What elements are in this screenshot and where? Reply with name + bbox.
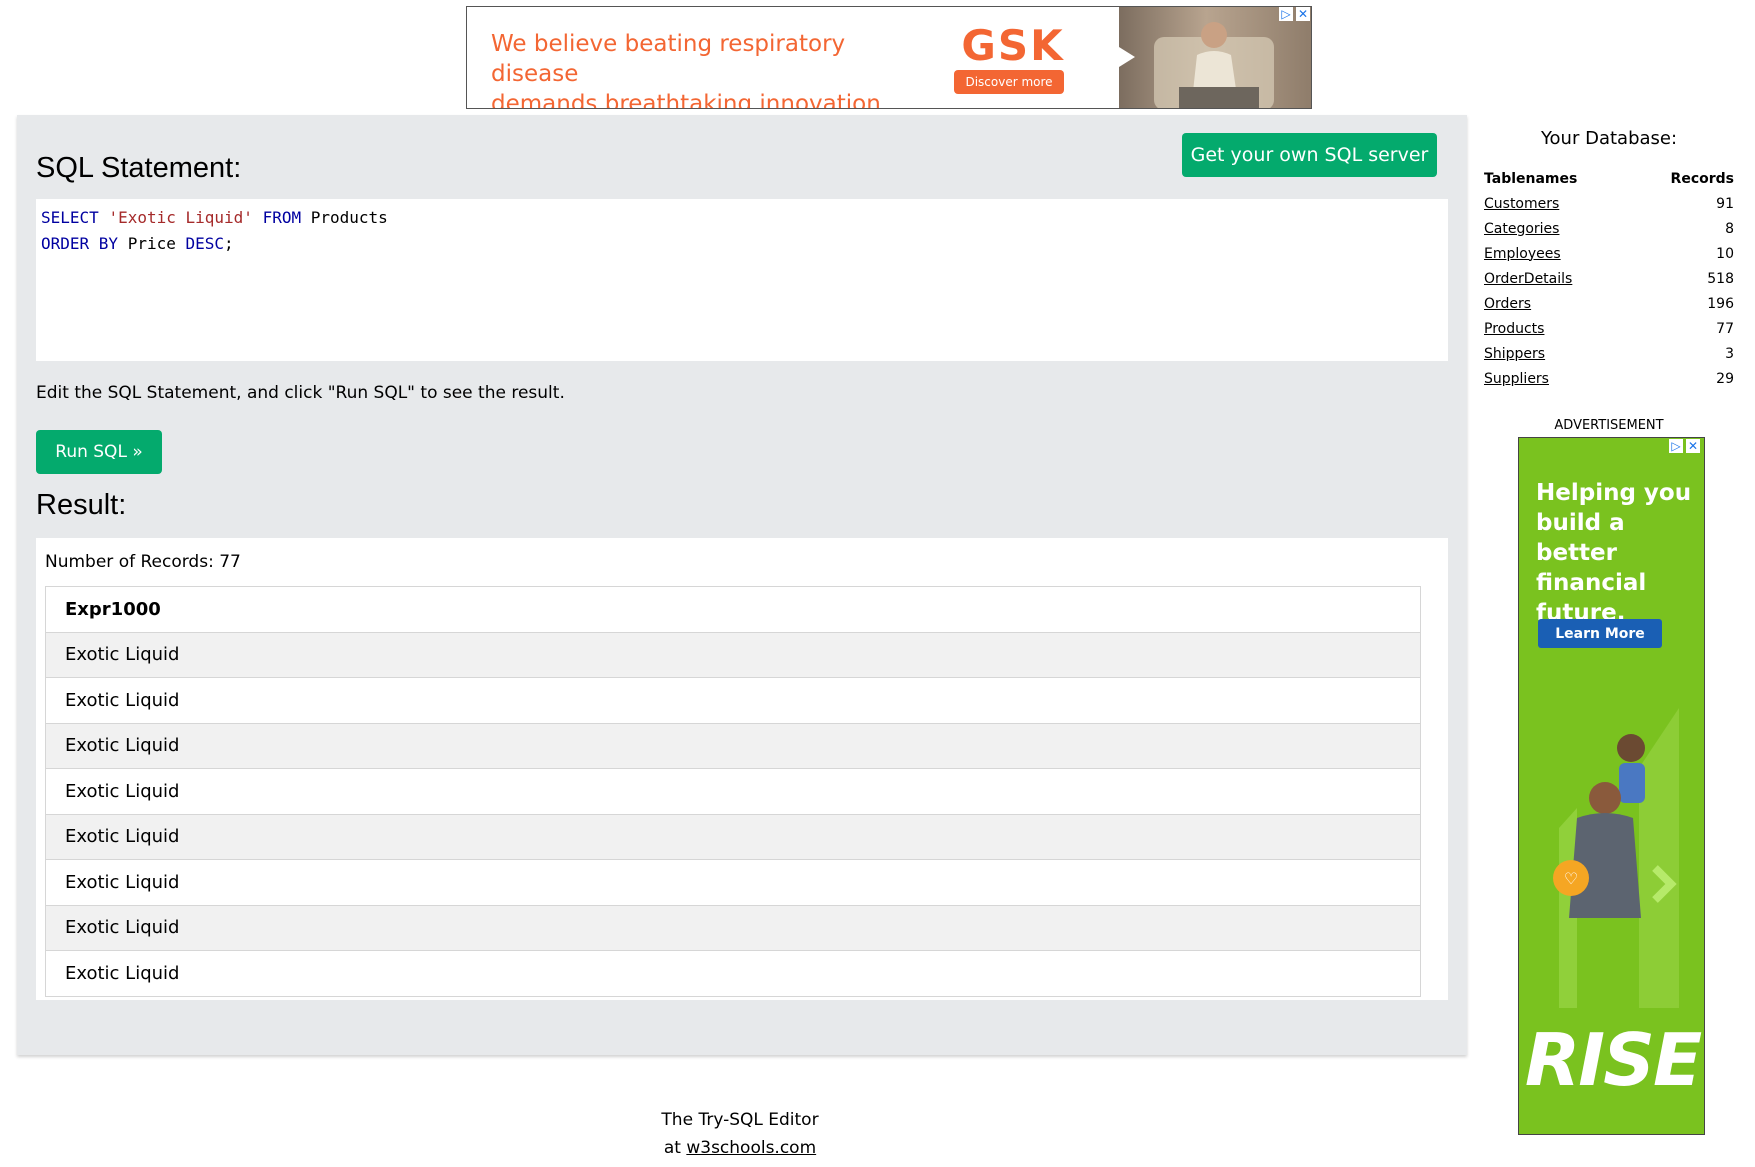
sql-keyword: SELECT (41, 208, 99, 227)
record-count-cell: 77 (1716, 320, 1734, 337)
close-icon[interactable]: ✕ (1686, 439, 1700, 453)
sql-keyword: ORDER BY (41, 234, 119, 253)
record-count-cell: 518 (1707, 270, 1734, 287)
result-table: Expr1000 Exotic Liquid Exotic Liquid Exo… (45, 586, 1421, 997)
table-row: Exotic Liquid (45, 722, 1421, 769)
db-row: Products 77 (1484, 316, 1734, 341)
sql-statement-heading: SQL Statement: (36, 152, 242, 184)
record-count-cell: 3 (1725, 345, 1734, 362)
table-link-orderdetails[interactable]: OrderDetails (1484, 271, 1572, 287)
sql-terminator: ; (224, 234, 234, 253)
database-table-list: Tablenames Records Customers 91 Categorie… (1484, 167, 1734, 391)
record-count-cell: 29 (1716, 370, 1734, 387)
run-sql-button[interactable]: Run SQL » (36, 430, 162, 474)
editor-hint: Edit the SQL Statement, and click "Run S… (36, 383, 565, 403)
db-row: Customers 91 (1484, 191, 1734, 216)
result-heading: Result: (36, 489, 127, 521)
table-link-suppliers[interactable]: Suppliers (1484, 371, 1549, 387)
top-ad-line2: demands breathtaking innovation (491, 91, 881, 109)
db-row: Shippers 3 (1484, 341, 1734, 366)
db-row: Orders 196 (1484, 291, 1734, 316)
table-cell: Exotic Liquid (45, 677, 1421, 724)
side-banner-ad[interactable]: ▷ ✕ Helping you build a better financial… (1518, 437, 1705, 1135)
adchoices-icon[interactable]: ▷ (1669, 439, 1683, 453)
db-row: Employees 10 (1484, 241, 1734, 266)
record-count-cell: 8 (1725, 220, 1734, 237)
database-title: Your Database: (1540, 128, 1678, 149)
top-banner-ad[interactable]: We believe beating respiratory disease d… (466, 6, 1312, 109)
table-cell: Exotic Liquid (45, 950, 1421, 997)
footer-title: The Try-SQL Editor (661, 1110, 819, 1130)
record-count-cell: 196 (1707, 295, 1734, 312)
ad-photo (1119, 7, 1311, 108)
table-row: Exotic Liquid (45, 677, 1421, 724)
table-cell: Exotic Liquid (45, 859, 1421, 906)
table-row: Exotic Liquid (45, 859, 1421, 906)
top-ad-text: We believe beating respiratory disease d… (491, 29, 911, 109)
table-row: Exotic Liquid (45, 950, 1421, 997)
table-link-customers[interactable]: Customers (1484, 196, 1559, 212)
sql-keyword: DESC (185, 234, 225, 253)
learn-more-button[interactable]: Learn More (1538, 619, 1662, 648)
advertisement-label: ADVERTISEMENT (1554, 418, 1664, 433)
table-cell: Exotic Liquid (45, 722, 1421, 769)
side-ad-headline: Helping you build a better financial fut… (1536, 480, 1692, 626)
table-row: Exotic Liquid (45, 904, 1421, 951)
column-header: Expr1000 (45, 586, 1421, 633)
record-count-cell: 91 (1716, 195, 1734, 212)
db-row: Suppliers 29 (1484, 366, 1734, 391)
table-row: Exotic Liquid (45, 768, 1421, 815)
footer-at: at (663, 1138, 681, 1158)
table-link-shippers[interactable]: Shippers (1484, 346, 1545, 362)
sql-string: 'Exotic Liquid' (108, 208, 253, 227)
records-header: Records (1670, 171, 1734, 187)
table-cell: Exotic Liquid (45, 813, 1421, 860)
table-link-employees[interactable]: Employees (1484, 246, 1561, 262)
table-cell: Exotic Liquid (45, 904, 1421, 951)
get-sql-server-button[interactable]: Get your own SQL server (1182, 133, 1437, 177)
db-row: Categories 8 (1484, 216, 1734, 241)
sql-editor[interactable]: SELECT 'Exotic Liquid' FROM Products ORD… (36, 199, 1448, 361)
ad-family-illustration: ♡ (1553, 708, 1679, 1008)
footer-credit: at w3schools.com (560, 1134, 920, 1162)
table-link-orders[interactable]: Orders (1484, 296, 1531, 312)
table-cell: Exotic Liquid (45, 768, 1421, 815)
adchoices-icon[interactable]: ▷ (1279, 7, 1293, 21)
top-ad-controls: ▷ ✕ (1279, 7, 1310, 21)
editor-panel: SQL Statement: Get your own SQL server S… (17, 115, 1467, 1055)
discover-more-button[interactable]: Discover more (954, 70, 1064, 94)
tablenames-header: Tablenames (1484, 171, 1578, 187)
side-ad-controls: ▷ ✕ (1669, 439, 1700, 453)
record-count-cell: 10 (1716, 245, 1734, 262)
result-pane: Number of Records: 77 Expr1000 Exotic Li… (36, 538, 1448, 1000)
sql-keyword: FROM (262, 208, 302, 227)
w3schools-link[interactable]: w3schools.com (686, 1138, 816, 1158)
record-count: Number of Records: 77 (45, 552, 241, 572)
footer: The Try-SQL Editor at w3schools.com (560, 1106, 920, 1162)
table-link-categories[interactable]: Categories (1484, 221, 1559, 237)
db-row: OrderDetails 518 (1484, 266, 1734, 291)
sql-identifier: Products (310, 208, 388, 227)
table-row: Exotic Liquid (45, 631, 1421, 678)
rise-logo: RISE (1524, 1018, 1702, 1102)
gsk-logo: GSK (961, 21, 1065, 70)
svg-text:♡: ♡ (1564, 869, 1578, 888)
table-link-products[interactable]: Products (1484, 321, 1544, 337)
table-row: Exotic Liquid (45, 813, 1421, 860)
table-header-row: Expr1000 (45, 586, 1421, 633)
close-icon[interactable]: ✕ (1296, 7, 1310, 21)
db-header-row: Tablenames Records (1484, 167, 1734, 191)
sql-identifier: Price (127, 234, 176, 253)
top-ad-line1: We believe beating respiratory disease (491, 31, 846, 87)
table-cell: Exotic Liquid (45, 631, 1421, 678)
